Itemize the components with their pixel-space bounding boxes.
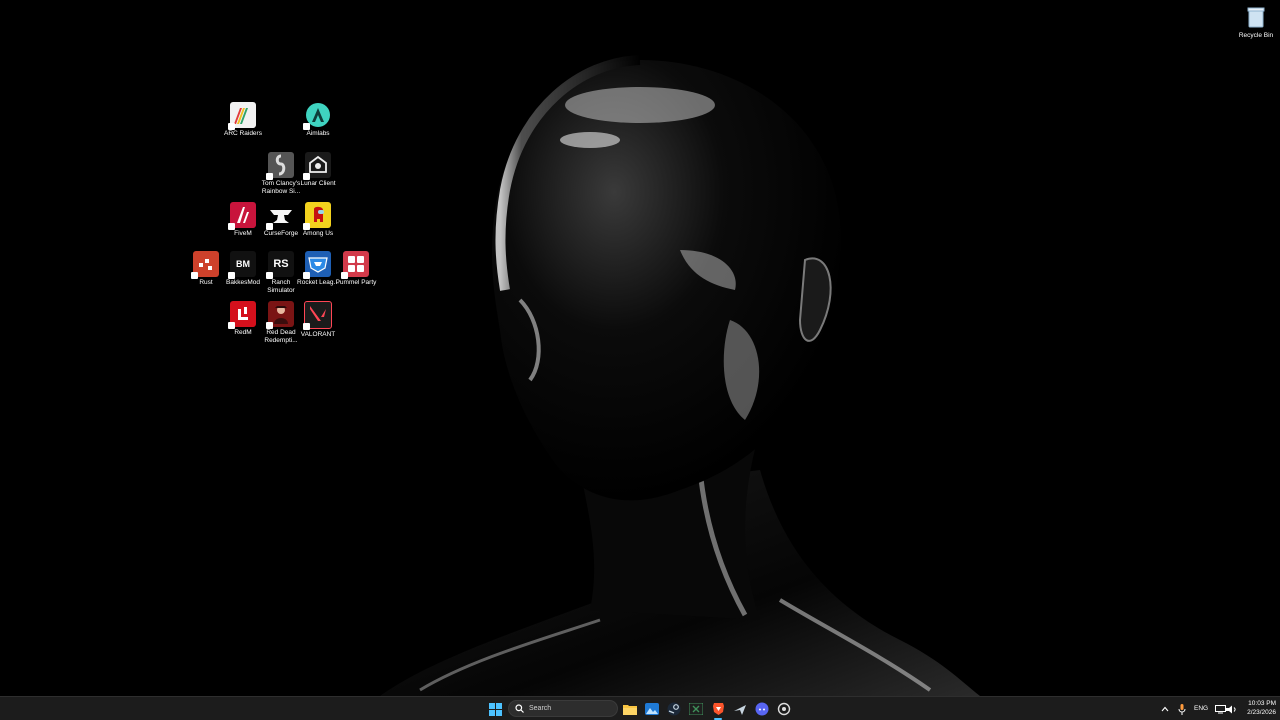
recycle-bin-icon: [1243, 4, 1269, 30]
photos-icon: [645, 703, 659, 715]
icon-label: Aimlabs: [306, 130, 330, 137]
icon-label: Among Us: [302, 230, 334, 237]
steam-alt-icon: [734, 705, 746, 715]
start-icon: [488, 702, 502, 716]
icon-label: VALORANT: [300, 331, 336, 338]
excel-icon: [689, 703, 703, 715]
shortcut-arrow-icon: [191, 272, 198, 279]
shortcut-arrow-icon: [228, 322, 235, 329]
aimlabs-icon: [303, 102, 331, 130]
shortcut-arrow-icon: [303, 272, 310, 279]
red-dead-redemption-icon: [266, 301, 294, 329]
language-indicator[interactable]: ENG: [1194, 705, 1208, 712]
steam-icon: [667, 702, 681, 716]
taskbar-brave[interactable]: [710, 701, 726, 717]
volume-icon: [1225, 705, 1236, 713]
taskbar-clock[interactable]: 10:03 PM 2/23/2026: [1236, 699, 1276, 717]
desktop-icon-among-us[interactable]: Among Us: [296, 202, 340, 238]
desktop-icon-arc-raiders[interactable]: ARC Raiders: [221, 102, 265, 138]
bakkesmod-icon: BM: [228, 251, 256, 279]
shortcut-arrow-icon: [303, 173, 310, 180]
brave-icon: [712, 703, 724, 715]
start-button[interactable]: [487, 701, 503, 717]
shortcut-arrow-icon: [266, 322, 273, 329]
desktop-icon-aimlabs[interactable]: Aimlabs: [296, 102, 340, 138]
discord-icon: [755, 702, 769, 716]
shortcut-arrow-icon: [303, 123, 310, 130]
recycle-bin[interactable]: Recycle Bin: [1234, 4, 1278, 40]
shortcut-arrow-icon: [266, 223, 273, 230]
desktop-icon-pummel-party[interactable]: Pummel Party: [334, 251, 378, 287]
clock-time: 10:03 PM: [1248, 700, 1276, 707]
among-us-icon: [303, 202, 331, 230]
taskbar-search-input[interactable]: Search: [508, 700, 618, 717]
file-explorer-icon: [623, 705, 637, 715]
shortcut-arrow-icon: [228, 272, 235, 279]
rust-icon: [191, 251, 219, 279]
tray-microphone[interactable]: [1174, 701, 1190, 717]
taskbar-photos[interactable]: [644, 701, 660, 717]
icon-label: ARC Raiders: [224, 130, 262, 137]
recycle-bin-label: Recycle Bin: [1238, 32, 1274, 39]
shortcut-arrow-icon: [228, 123, 235, 130]
shortcut-arrow-icon: [228, 223, 235, 230]
search-icon: [515, 704, 524, 713]
rainbow-six-icon: [266, 152, 294, 180]
shortcut-arrow-icon: [266, 173, 273, 180]
taskbar-discord[interactable]: [754, 701, 770, 717]
taskbar-settings[interactable]: [776, 701, 792, 717]
redm-icon: [228, 301, 256, 329]
shortcut-arrow-icon: [266, 272, 273, 279]
pummel-party-icon: [341, 251, 369, 279]
taskbar: Search ENG 10:03 PM 2/23/2026: [0, 696, 1280, 720]
arc-raiders-icon: [228, 102, 256, 130]
taskbar-file-explorer[interactable]: [622, 701, 638, 717]
lunar-client-icon: [303, 152, 331, 180]
ranch-simulator-badge-text: RS: [273, 258, 289, 270]
curseforge-icon: [266, 202, 294, 230]
ranch-simulator-icon: RS: [266, 251, 294, 279]
microphone-icon: [1178, 703, 1186, 715]
desktop-wallpaper: [0, 0, 1280, 696]
desktop-icon-valorant[interactable]: VALORANT: [296, 301, 340, 339]
chevron-up-icon: [1161, 706, 1169, 712]
icon-label: Pummel Party: [335, 279, 377, 286]
clock-date: 2/23/2026: [1247, 709, 1276, 716]
taskbar-steam-secondary[interactable]: [732, 701, 748, 717]
settings-icon: [777, 702, 791, 716]
rocket-league-icon: [303, 251, 331, 279]
valorant-icon: [303, 301, 332, 330]
search-placeholder: Search: [529, 705, 552, 712]
tray-overflow-button[interactable]: [1157, 701, 1173, 717]
icon-label: Lunar Client: [300, 180, 336, 187]
bakkesmod-badge-text: BM: [236, 259, 250, 269]
shortcut-arrow-icon: [303, 223, 310, 230]
desktop-icon-lunar-client[interactable]: Lunar Client: [296, 152, 340, 188]
fivem-icon: [228, 202, 256, 230]
shortcut-arrow-icon: [341, 272, 348, 279]
taskbar-steam[interactable]: [666, 701, 682, 717]
shortcut-arrow-icon: [303, 323, 310, 330]
taskbar-excel[interactable]: [688, 701, 704, 717]
